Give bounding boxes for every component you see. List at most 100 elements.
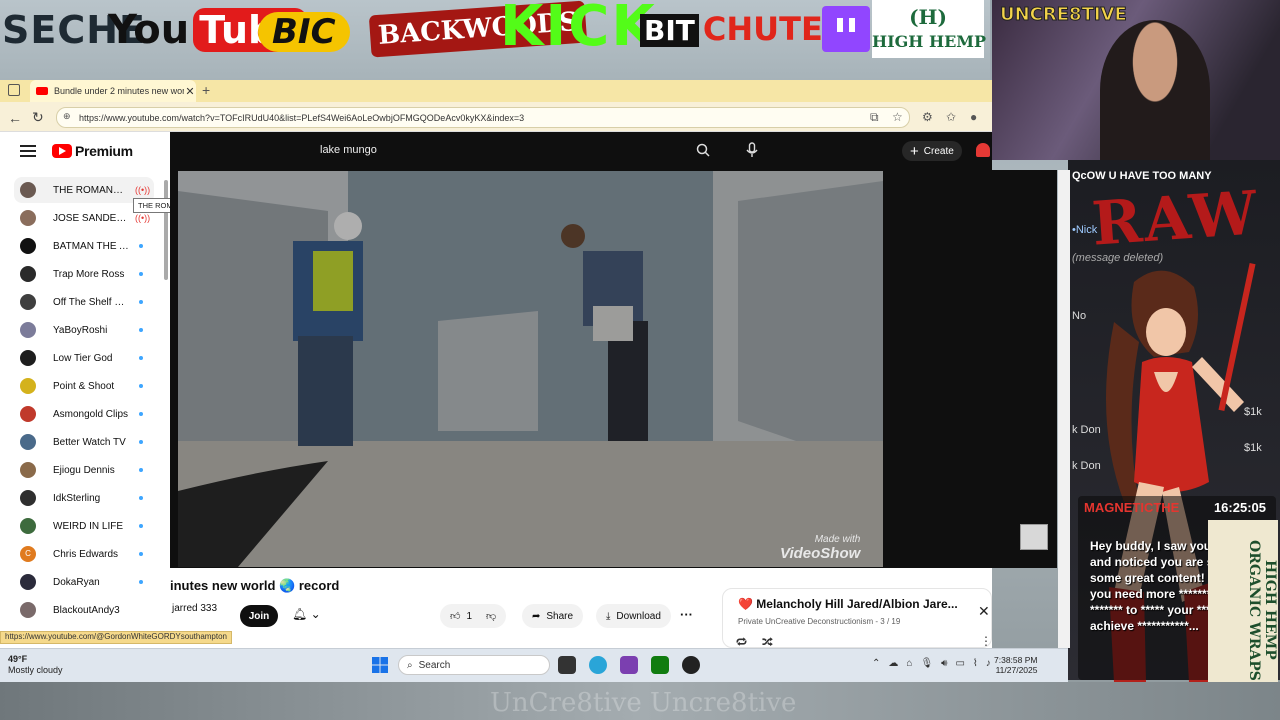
new-content-dot: [139, 412, 143, 416]
sidebar-item-better-watch-tv[interactable]: Better Watch TV: [14, 429, 154, 455]
tab-active[interactable]: Bundle under 2 minutes new worl ✕: [30, 80, 196, 102]
sidebar-item-yaboyroshi[interactable]: YaBoyRoshi: [14, 317, 154, 343]
microphone-icon[interactable]: 🎙︎: [920, 658, 933, 669]
clock-time: 7:38:58 PM: [994, 655, 1038, 665]
sidebar-item-batman[interactable]: BATMAN THE AL...: [14, 233, 154, 259]
edge-browser-icon[interactable]: [589, 656, 607, 674]
download-button[interactable]: ⤓ Download: [596, 604, 671, 628]
link-status-bar: https://www.youtube.com/@GordonWhiteGORD…: [0, 631, 232, 644]
bitchute-logo-chute: CHUTE: [702, 10, 823, 48]
profile-icon[interactable]: ●: [970, 110, 977, 124]
volume-icon[interactable]: ♪: [986, 658, 991, 669]
network-icon[interactable]: ⌇: [973, 658, 978, 669]
taskbar-clock[interactable]: 7:38:58 PM 11/27/2025: [994, 655, 1037, 675]
avatar: [20, 294, 36, 310]
twitch-logo-icon: [822, 6, 870, 52]
reload-icon[interactable]: ↻: [32, 109, 44, 126]
share-arrow-icon: ➦: [532, 610, 541, 622]
new-content-dot: [139, 356, 143, 360]
open-in-app-icon[interactable]: ⧉: [870, 110, 879, 125]
sidebar-item-label: Better Watch TV: [53, 436, 126, 448]
download-label: Download: [616, 610, 661, 622]
window-menu-icon[interactable]: [8, 84, 20, 96]
share-button[interactable]: ➦ Share: [522, 604, 584, 628]
webcam-title: UNCRE8TIVE: [1000, 4, 1128, 26]
favorites-icon[interactable]: ✩: [946, 110, 956, 124]
create-button[interactable]: + Create: [902, 141, 962, 161]
sidebar-item-low-tier-god[interactable]: Low Tier God: [14, 345, 154, 371]
xbox-icon[interactable]: [651, 656, 669, 674]
youtube-logo-you: You: [108, 7, 190, 53]
channel-name[interactable]: jarred 333: [172, 603, 217, 614]
notifications-bell-icon[interactable]: [976, 143, 990, 157]
back-arrow-icon[interactable]: ←: [8, 110, 22, 126]
sidebar-scrollbar[interactable]: [164, 180, 168, 280]
sidebar-item-off-the-shelf[interactable]: Off The Shelf Re...: [14, 289, 154, 315]
cloud-icon[interactable]: ☁: [888, 658, 898, 669]
avatar: [20, 490, 36, 506]
more-actions-icon[interactable]: ···: [680, 607, 693, 622]
avatar: [20, 518, 36, 534]
microphone-icon[interactable]: [745, 142, 759, 158]
favorite-star-icon[interactable]: ☆: [892, 110, 903, 124]
playlist-more-icon[interactable]: ⋮: [980, 634, 992, 648]
create-label: Create: [923, 145, 954, 157]
player-thumbnail-icon[interactable]: [1020, 524, 1048, 550]
sidebar-item-trap-more-ross[interactable]: Trap More Ross: [14, 261, 154, 287]
sidebar-item-ejiogu-dennis[interactable]: Ejiogu Dennis: [14, 457, 154, 483]
thumbs-down-icon[interactable]: 👎︎: [486, 610, 496, 622]
sidebar-item-weird-in-life[interactable]: WEIRD IN LIFE: [14, 513, 154, 539]
avatar: [20, 210, 36, 226]
sidebar-item-idksterling[interactable]: IdkSterling: [14, 485, 154, 511]
share-label: Share: [546, 610, 574, 622]
task-view-icon[interactable]: [558, 656, 576, 674]
address-bar[interactable]: https://www.youtube.com/watch?v=TOFcIRUd…: [56, 107, 910, 128]
tab-close-icon[interactable]: ✕: [184, 85, 196, 98]
media-app-icon[interactable]: [682, 656, 700, 674]
sidebar-item-label: Off The Shelf Re...: [53, 296, 129, 308]
chat-line: No: [1072, 310, 1087, 322]
taskbar-search-input[interactable]: ⌕ Search: [398, 655, 550, 675]
sidebar-item-label: Ejiogu Dennis: [53, 464, 115, 476]
avatar: [20, 406, 36, 422]
obs-app-icon[interactable]: [620, 656, 638, 674]
playlist-close-icon[interactable]: ✕: [978, 603, 990, 620]
bitchute-logo-bit: BIT: [640, 14, 699, 47]
playlist-title[interactable]: ❤️ Melancholy Hill Jared/Albion Jare...: [738, 597, 958, 611]
page-scrollbar[interactable]: [1058, 170, 1070, 648]
search-input[interactable]: lake mungo: [320, 144, 377, 156]
sidebar-item-chris-edwards[interactable]: C Chris Edwards: [14, 541, 154, 567]
live-icon: ((•)): [135, 213, 151, 223]
sidebar-item-blackoutandy3[interactable]: BlackoutAndy3: [14, 597, 154, 623]
like-button[interactable]: 👍︎ 1 👎︎: [440, 604, 507, 628]
sidebar-item-label: Low Tier God: [53, 352, 113, 364]
new-tab-icon[interactable]: +: [202, 82, 210, 98]
weather-condition: Mostly cloudy: [8, 665, 63, 675]
search-icon[interactable]: [696, 143, 710, 157]
chevron-up-icon[interactable]: ⌃: [872, 658, 880, 669]
sidebar-item-label: Chris Edwards: [53, 548, 119, 560]
hamburger-menu-icon[interactable]: [20, 145, 36, 157]
new-content-dot: [139, 328, 143, 332]
sidebar-item-label: Trap More Ross: [53, 268, 125, 280]
display-icon[interactable]: ▭: [955, 658, 964, 669]
new-content-dot: [139, 440, 143, 444]
weather-widget[interactable]: 49°F Mostly cloudy: [8, 654, 63, 676]
sidebar-item-asmongold-clips[interactable]: Asmongold Clips: [14, 401, 154, 427]
usb-icon[interactable]: ⌂: [906, 658, 912, 669]
site-info-icon[interactable]: ⊕: [63, 111, 71, 122]
join-button[interactable]: Join: [240, 605, 278, 627]
video-title: inutes new world 🌏 record: [170, 578, 340, 593]
new-content-dot: [139, 580, 143, 584]
extensions-icon[interactable]: ⚙: [922, 110, 933, 124]
speaker-icon[interactable]: 🔊︎: [941, 658, 947, 669]
notification-bell-dropdown-icon[interactable]: 🔔︎ ⌄: [292, 607, 321, 621]
youtube-premium-logo[interactable]: Premium: [52, 143, 133, 159]
sidebar-item-point-and-shoot[interactable]: Point & Shoot: [14, 373, 154, 399]
avatar: [20, 434, 36, 450]
youtube-favicon-icon: [36, 87, 48, 95]
windows-start-icon[interactable]: [372, 657, 388, 673]
system-tray: ⌃ ☁ ⌂ 🎙︎ 🔊︎ ▭ ⌇ ♪: [872, 658, 991, 669]
new-content-dot: [139, 552, 143, 556]
sidebar-item-dokaryan[interactable]: DokaRyan: [14, 569, 154, 595]
